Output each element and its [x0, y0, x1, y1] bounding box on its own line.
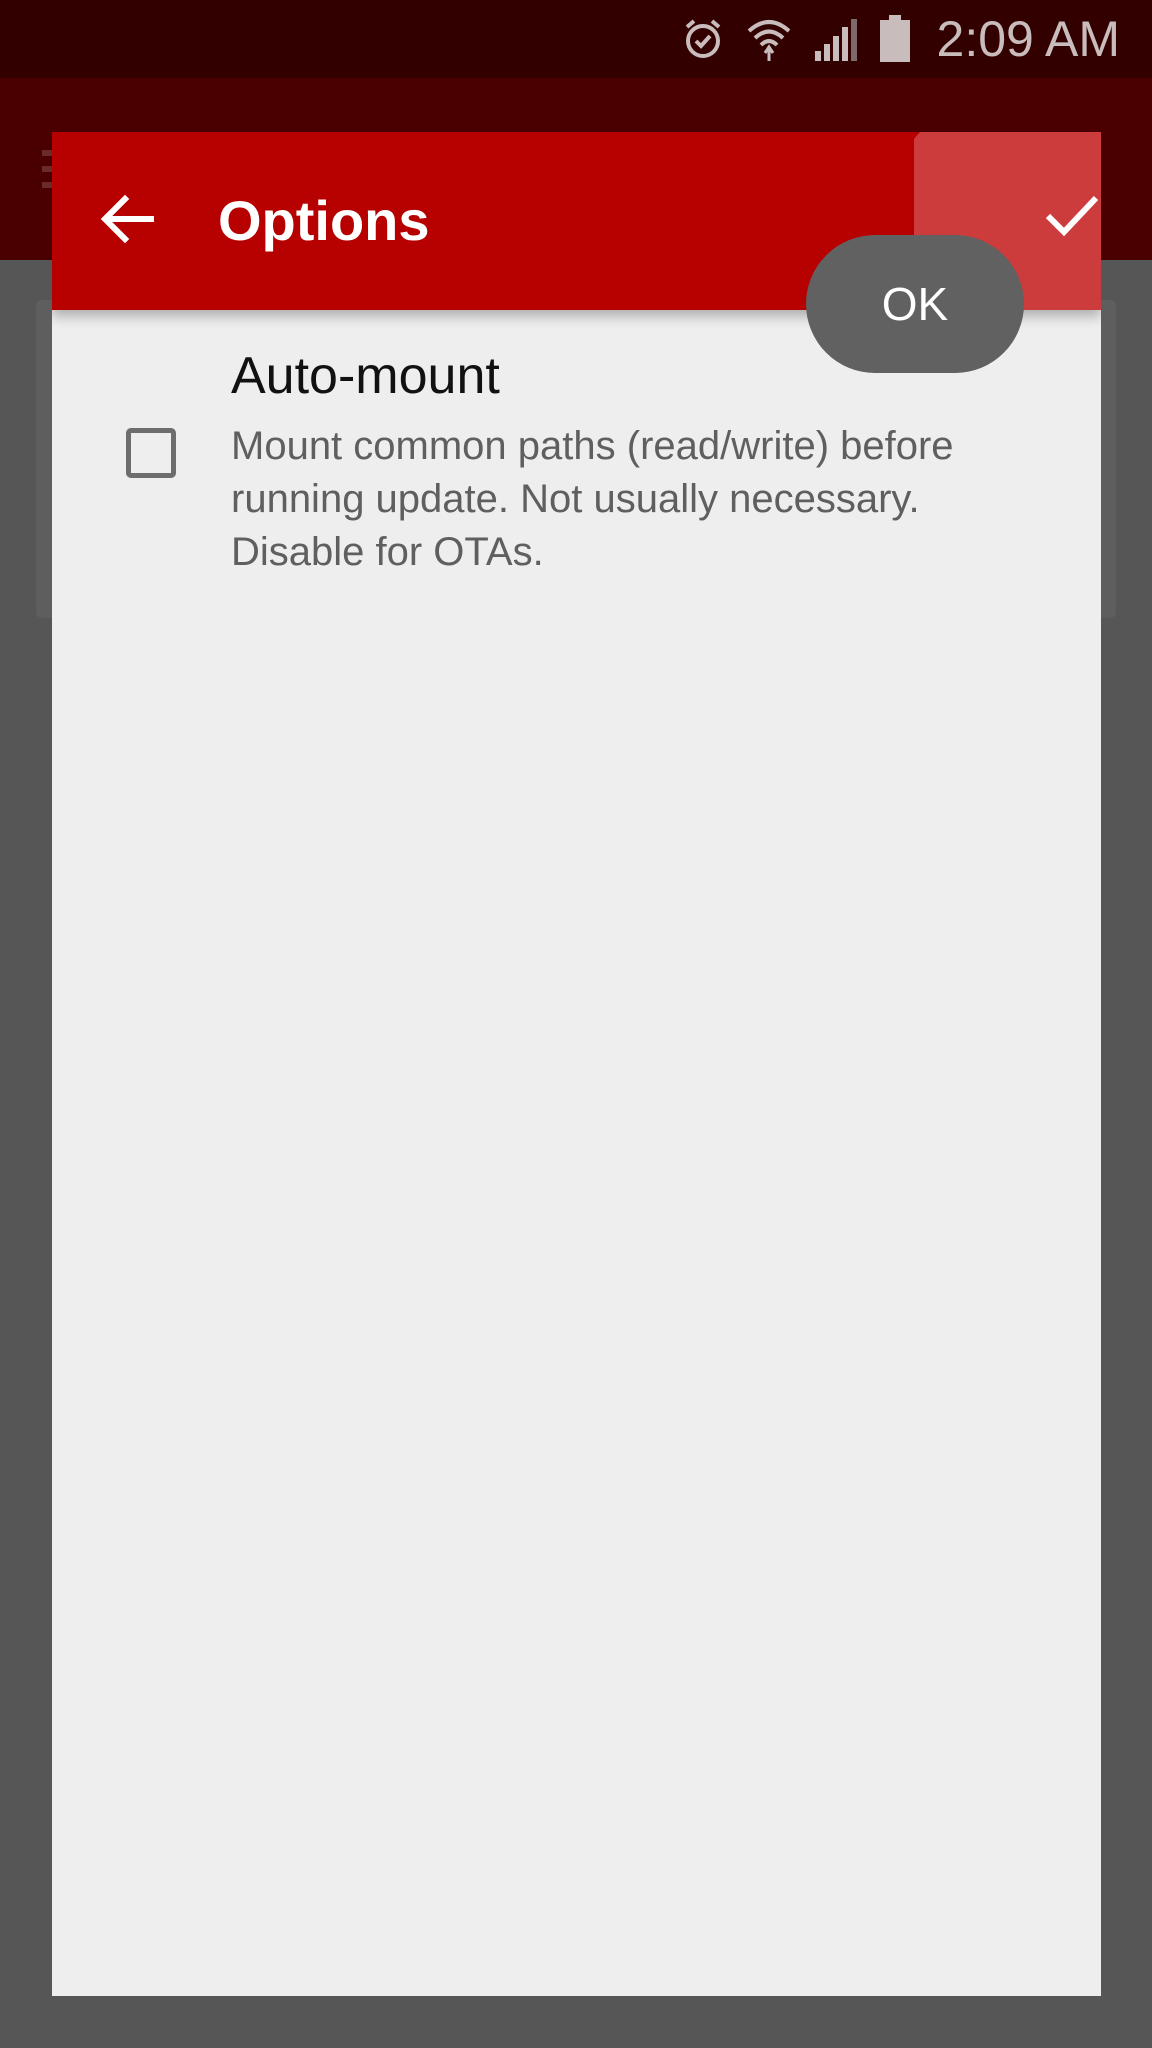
wifi-icon — [745, 15, 793, 63]
auto-mount-checkbox[interactable] — [126, 428, 176, 478]
arrow-back-icon — [99, 194, 155, 249]
dialog-title: Options — [218, 189, 430, 252]
alarm-icon — [681, 17, 725, 61]
status-time: 2:09 AM — [936, 11, 1120, 67]
check-icon — [1044, 192, 1100, 243]
option-description: Mount common paths (read/write) before r… — [231, 424, 954, 574]
options-dialog: Options — [52, 132, 1101, 1996]
ok-tooltip: OK — [806, 235, 1024, 373]
back-button[interactable] — [92, 186, 162, 256]
signal-icon — [813, 17, 859, 61]
status-icons: 2:09 AM — [681, 0, 1120, 78]
battery-icon — [879, 15, 911, 63]
status-bar: 2:09 AM — [0, 0, 1152, 78]
option-title: Auto-mount — [231, 347, 500, 405]
